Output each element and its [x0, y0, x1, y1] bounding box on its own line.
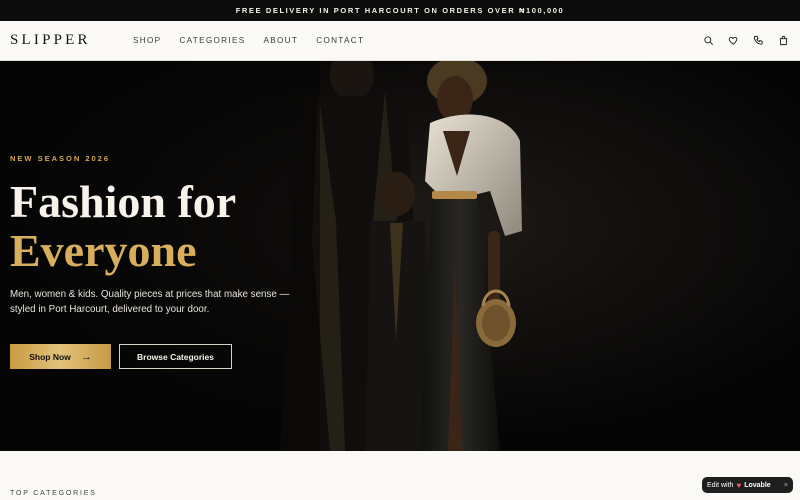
shop-now-label: Shop Now: [29, 351, 71, 362]
bag-icon[interactable]: [776, 34, 790, 48]
nav-actions: [701, 34, 790, 48]
nav-links: SHOP CATEGORIES ABOUT CONTACT: [133, 36, 382, 45]
announcement-bar: FREE DELIVERY IN PORT HARCOURT ON ORDERS…: [0, 0, 800, 21]
hero-content: NEW SEASON 2026 Fashion for Everyone Men…: [10, 154, 295, 369]
browse-categories-button[interactable]: Browse Categories: [119, 344, 232, 369]
nav-link-categories[interactable]: CATEGORIES: [179, 36, 245, 45]
lovable-brand: Lovable: [744, 481, 771, 489]
hero-subtext: Men, women & kids. Quality pieces at pri…: [10, 289, 290, 315]
lovable-prefix: Edit with: [707, 481, 734, 489]
hero-eyebrow: NEW SEASON 2026: [10, 154, 111, 163]
arrow-right-icon: →: [80, 350, 92, 363]
phone-icon[interactable]: [751, 34, 765, 48]
browse-categories-label: Browse Categories: [137, 351, 214, 362]
hero-actions: Shop Now → Browse Categories: [10, 344, 295, 369]
brand-logo[interactable]: SLIPPER: [10, 32, 133, 49]
lovable-badge[interactable]: Edit with ♥ Lovable ×: [702, 477, 793, 493]
main-navigation: SLIPPER SHOP CATEGORIES ABOUT CONTACT: [0, 21, 800, 61]
hero-banner: NEW SEASON 2026 Fashion for Everyone Men…: [0, 61, 800, 451]
hero-headline: Fashion for Everyone: [10, 177, 295, 275]
top-categories-heading: TOP CATEGORIES: [10, 490, 97, 497]
headline-line-1: Fashion for: [10, 176, 237, 227]
lovable-heart-icon: ♥: [736, 480, 742, 490]
headline-line-2: Everyone: [10, 225, 197, 276]
nav-link-shop[interactable]: SHOP: [133, 36, 161, 45]
search-icon[interactable]: [701, 34, 715, 48]
close-icon[interactable]: ×: [784, 482, 788, 489]
heart-icon[interactable]: [726, 34, 740, 48]
nav-link-contact[interactable]: CONTACT: [316, 36, 364, 45]
announcement-text: FREE DELIVERY IN PORT HARCOURT ON ORDERS…: [235, 6, 565, 15]
nav-link-about[interactable]: ABOUT: [263, 36, 298, 45]
shop-now-button[interactable]: Shop Now →: [10, 344, 111, 369]
